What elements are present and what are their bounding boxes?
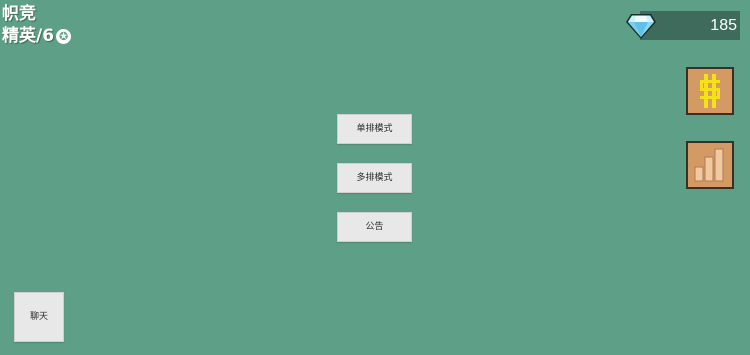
chat-button[interactable]: 聊天 bbox=[14, 292, 64, 342]
announcement-button[interactable]: 公告 bbox=[337, 212, 412, 242]
star-icon: ✪ bbox=[56, 28, 72, 44]
single-mode-button[interactable]: 单排模式 bbox=[337, 114, 412, 144]
player-rank: 精英/6 ✪ bbox=[2, 25, 72, 47]
player-rank-text: 精英/6 bbox=[2, 26, 55, 46]
shop-button[interactable] bbox=[686, 67, 734, 115]
bar-chart-icon bbox=[694, 148, 724, 182]
player-info: 帜竞 精英/6 ✪ bbox=[2, 3, 72, 47]
leaderboard-button[interactable] bbox=[686, 141, 734, 189]
gem-count: 185 bbox=[710, 17, 737, 34]
currency-icon bbox=[700, 74, 720, 108]
diamond-icon bbox=[626, 14, 656, 39]
player-name: 帜竞 bbox=[2, 4, 36, 24]
multi-mode-button[interactable]: 多排模式 bbox=[337, 163, 412, 193]
